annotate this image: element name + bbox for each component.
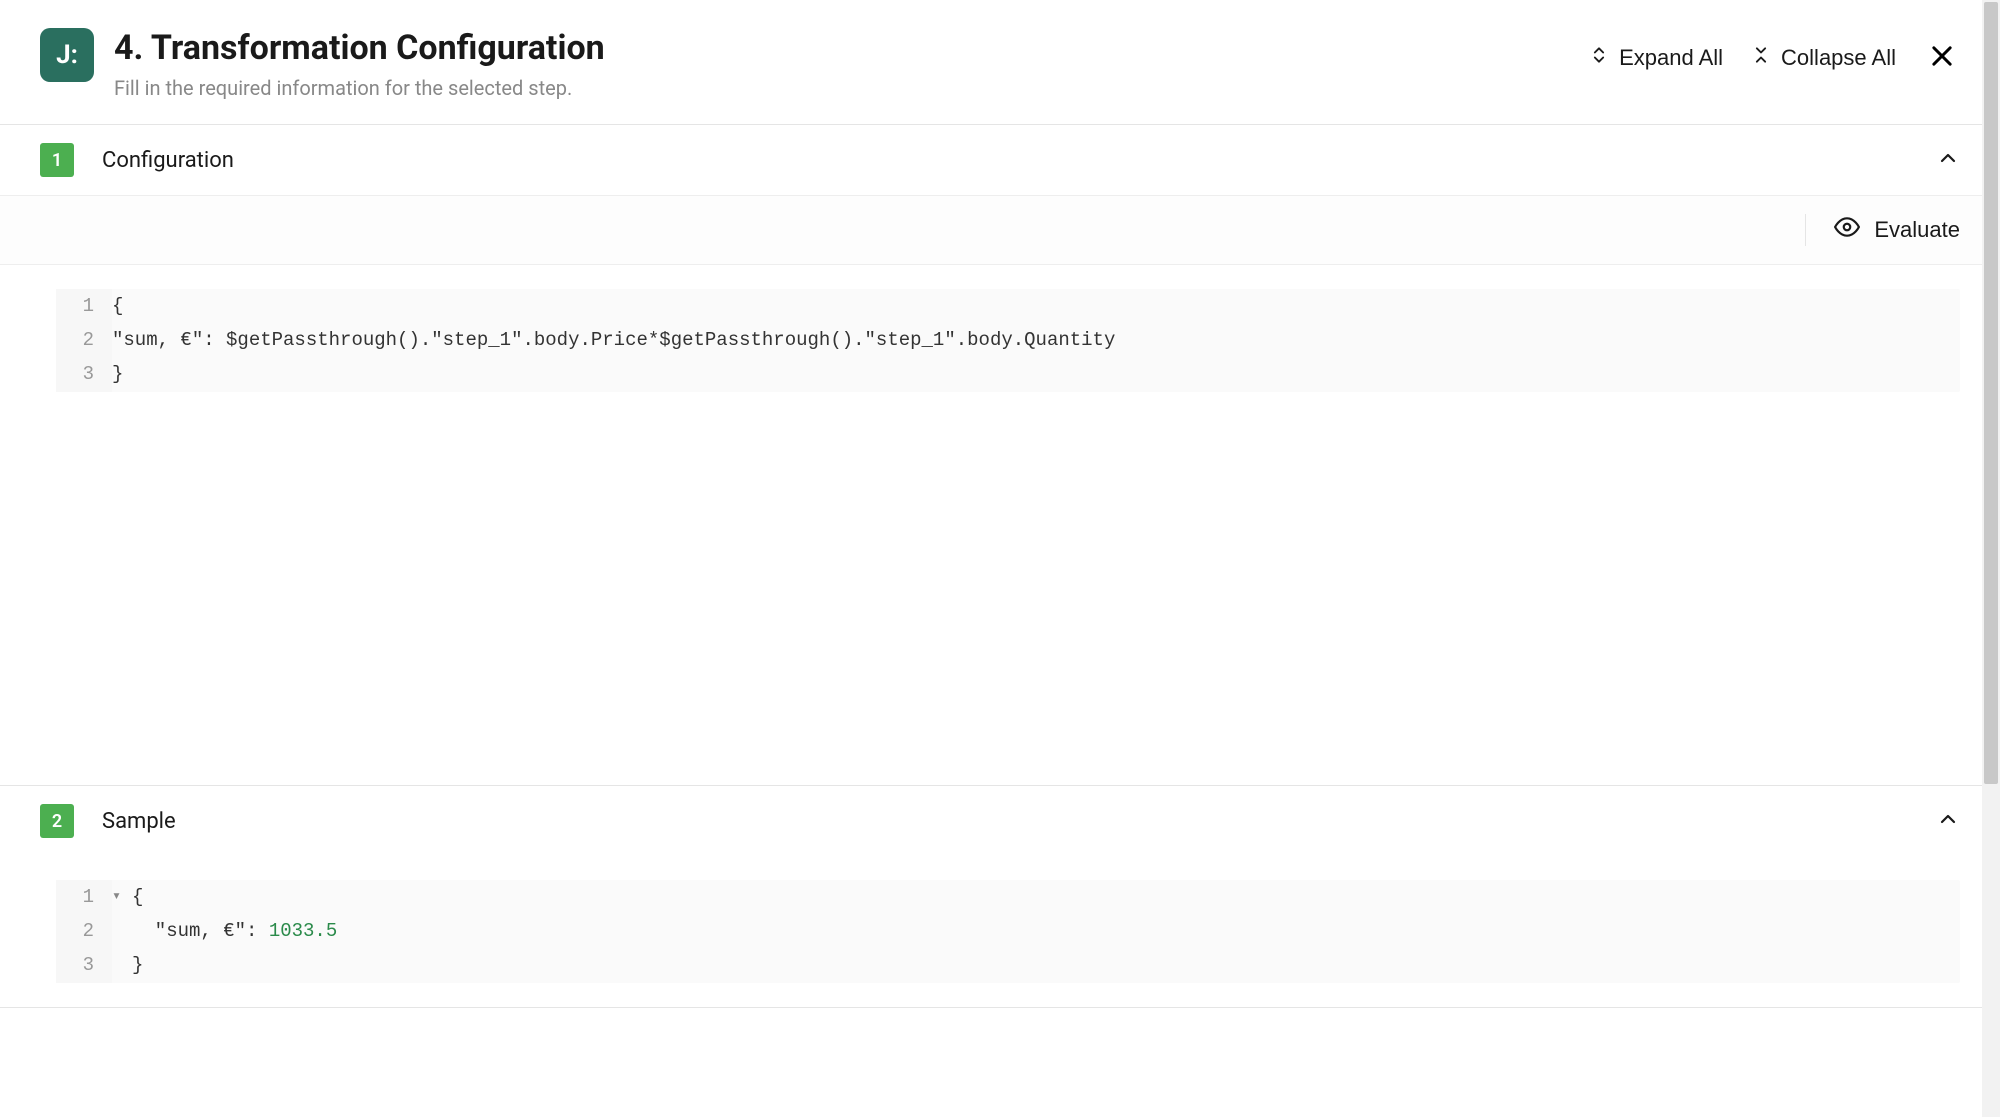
line-number: 1 (56, 880, 112, 914)
expand-icon (1589, 45, 1609, 71)
section-header-left: 2 Sample (40, 804, 176, 838)
section-toolbar: Evaluate (0, 195, 2000, 265)
code-wrapper: 1 ▾ { 2 "sum, €": 1033.5 3 } (56, 880, 1960, 983)
page-title: 4. Transformation Configuration (114, 28, 605, 68)
code-line: 3 } (56, 357, 1960, 391)
evaluate-label: Evaluate (1874, 217, 1960, 243)
code-content: { (112, 289, 1960, 323)
json-key: "sum, €": (132, 920, 269, 942)
code-line: 1 { (56, 289, 1960, 323)
line-number: 1 (56, 289, 112, 323)
code-line: 2 "sum, €": $getPassthrough()."step_1".b… (56, 323, 1960, 357)
section-title: Configuration (102, 148, 234, 173)
code-content: "sum, €": $getPassthrough()."step_1".bod… (112, 323, 1960, 357)
code-content: "sum, €": 1033.5 (132, 914, 1960, 948)
page-subtitle: Fill in the required information for the… (114, 76, 605, 100)
line-number: 2 (56, 323, 112, 357)
collapse-icon (1751, 45, 1771, 71)
fold-gutter (112, 948, 132, 982)
collapse-all-button[interactable]: Collapse All (1751, 45, 1896, 71)
section-header-left: 1 Configuration (40, 143, 234, 177)
section-badge: 1 (40, 143, 74, 177)
section-sample: 2 Sample 1 ▾ { 2 "sum, €": 1033.5 (0, 786, 2000, 1008)
header-right: Expand All Collapse All (1589, 28, 1960, 77)
chevron-up-icon (1936, 146, 1960, 174)
section-header-configuration[interactable]: 1 Configuration (0, 125, 2000, 195)
code-line: 3 } (56, 948, 1960, 982)
section-header-sample[interactable]: 2 Sample (0, 786, 2000, 856)
scrollbar[interactable] (1982, 0, 2000, 1117)
code-editor-sample[interactable]: 1 ▾ { 2 "sum, €": 1033.5 3 } (0, 856, 2000, 1007)
header-left: J: 4. Transformation Configuration Fill … (40, 28, 605, 100)
eye-icon (1834, 214, 1860, 246)
code-editor-configuration[interactable]: 1 { 2 "sum, €": $getPassthrough()."step_… (0, 265, 2000, 785)
chevron-up-icon (1936, 807, 1960, 835)
code-content: { (132, 880, 1960, 914)
section-configuration: 1 Configuration Evaluate 1 { (0, 125, 2000, 786)
collapse-all-label: Collapse All (1781, 45, 1896, 71)
title-block: 4. Transformation Configuration Fill in … (114, 28, 605, 100)
fold-toggle-icon[interactable]: ▾ (112, 880, 132, 914)
code-line: 1 ▾ { (56, 880, 1960, 914)
json-number: 1033.5 (269, 920, 337, 942)
fold-gutter (112, 914, 132, 948)
section-title: Sample (102, 809, 176, 834)
expand-all-label: Expand All (1619, 45, 1723, 71)
expand-all-button[interactable]: Expand All (1589, 45, 1723, 71)
code-wrapper: 1 { 2 "sum, €": $getPassthrough()."step_… (56, 289, 1960, 392)
line-number: 2 (56, 914, 112, 948)
evaluate-button[interactable]: Evaluate (1805, 214, 1960, 246)
line-number: 3 (56, 948, 112, 982)
scrollbar-thumb[interactable] (1984, 2, 1998, 784)
code-line: 2 "sum, €": 1033.5 (56, 914, 1960, 948)
logo-text: J: (56, 40, 78, 70)
page-header: J: 4. Transformation Configuration Fill … (0, 0, 2000, 125)
code-content: } (132, 948, 1960, 982)
app-logo-icon: J: (40, 28, 94, 82)
close-icon (1928, 58, 1956, 73)
close-button[interactable] (1924, 38, 1960, 77)
section-badge: 2 (40, 804, 74, 838)
code-content: } (112, 357, 1960, 391)
line-number: 3 (56, 357, 112, 391)
